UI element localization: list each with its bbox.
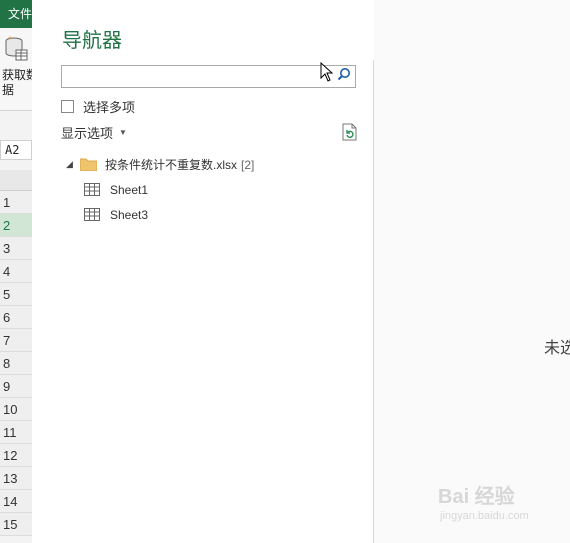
collapse-arrow-icon[interactable]: ◢ <box>66 159 76 170</box>
search-box[interactable] <box>61 65 356 88</box>
watermark-main: Bai 经验 <box>438 486 515 508</box>
row-header[interactable]: 15 <box>0 513 32 536</box>
search-button[interactable] <box>333 66 355 87</box>
row-header[interactable]: 13 <box>0 467 32 490</box>
row-header[interactable]: 14 <box>0 490 32 513</box>
excel-background: 文件 获取数 据 A2 123456789101112131415 <box>0 0 32 543</box>
navigator-dialog: 导航器 选择多项 显示选项 ▼ ◢ 按条件统计不重复数.xlsx [2] She… <box>32 0 570 543</box>
row-header[interactable]: 11 <box>0 421 32 444</box>
table-icon <box>84 183 100 196</box>
row-header[interactable]: 7 <box>0 329 32 352</box>
row-header[interactable]: 2 <box>0 214 32 237</box>
row-header[interactable]: 3 <box>0 237 32 260</box>
get-data-label-1: 获取数 <box>2 68 32 82</box>
file-tab[interactable]: 文件 <box>0 0 32 28</box>
get-data-label-2: 据 <box>2 83 15 97</box>
item-count: [2] <box>241 157 255 172</box>
tree-file-node[interactable]: ◢ 按条件统计不重复数.xlsx [2] <box>66 152 254 177</box>
row-header[interactable]: 1 <box>0 191 32 214</box>
row-header[interactable]: 4 <box>0 260 32 283</box>
table-icon <box>84 208 100 221</box>
caret-down-icon: ▼ <box>119 128 127 137</box>
row-header[interactable]: 8 <box>0 352 32 375</box>
sheet-label: Sheet1 <box>110 182 149 197</box>
row-header[interactable]: 10 <box>0 398 32 421</box>
row-header[interactable]: 12 <box>0 444 32 467</box>
refresh-icon[interactable] <box>342 123 358 141</box>
search-icon <box>337 67 351 86</box>
row-header[interactable]: 9 <box>0 375 32 398</box>
navigator-tree: ◢ 按条件统计不重复数.xlsx [2] Sheet1 Sheet3 <box>66 152 254 227</box>
row-header[interactable]: 5 <box>0 283 32 306</box>
get-data-button[interactable]: 获取数 据 <box>0 68 32 98</box>
select-multiple-checkbox[interactable] <box>61 100 74 113</box>
row-headers: 1 2 3 4 5 6 7 8 9 10 11 12 13 14 15 <box>0 191 32 536</box>
name-box[interactable]: A2 <box>0 140 32 160</box>
folder-icon <box>79 158 98 172</box>
database-icon[interactable] <box>4 36 28 62</box>
watermark-logo: Bai 经验 jingyan.baidu.com <box>438 480 568 535</box>
tree-sheet-item[interactable]: Sheet3 <box>66 202 254 227</box>
preview-empty-message: 未选 <box>544 340 570 357</box>
ribbon: 获取数 据 <box>0 28 32 111</box>
pane-divider[interactable] <box>373 60 374 543</box>
search-input[interactable] <box>62 66 330 87</box>
row-header[interactable]: 6 <box>0 306 32 329</box>
watermark-sub: jingyan.baidu.com <box>440 510 529 522</box>
dialog-title: 导航器 <box>62 30 122 52</box>
select-multiple-label: 选择多项 <box>83 100 136 115</box>
display-options-dropdown[interactable]: 显示选项 ▼ <box>61 123 127 142</box>
display-options-label: 显示选项 <box>61 126 114 141</box>
sheet-label: Sheet3 <box>110 207 149 222</box>
select-multiple-option[interactable]: 选择多项 <box>61 97 135 116</box>
mouse-cursor-icon <box>320 61 334 82</box>
select-all-corner[interactable] <box>0 170 32 191</box>
file-name-label: 按条件统计不重复数.xlsx <box>105 158 238 172</box>
tree-sheet-item[interactable]: Sheet1 <box>66 177 254 202</box>
